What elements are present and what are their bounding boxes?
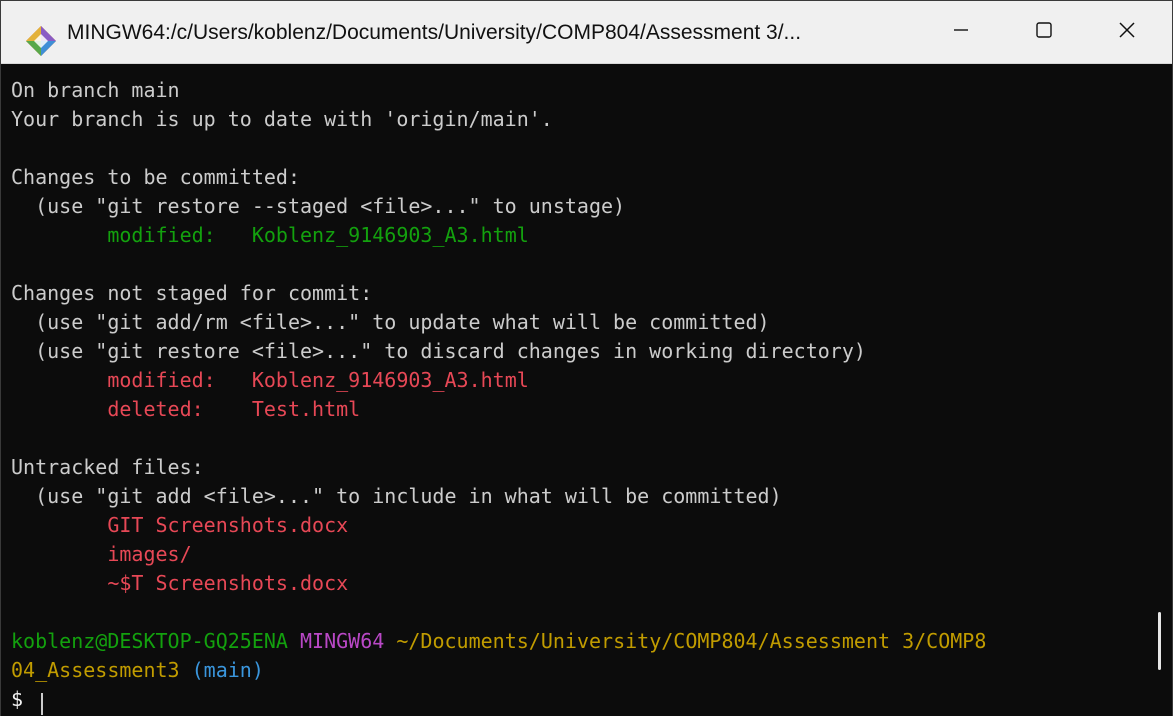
staged-entry-file: Koblenz_9146903_A3.html [251, 223, 529, 247]
scrollbar-thumb[interactable] [1158, 612, 1161, 670]
minimize-icon [952, 21, 970, 44]
prompt-user-host: koblenz@DESKTOP-GQ25ENA [11, 629, 288, 653]
title-bar[interactable]: MINGW64:/c/Users/koblenz/Documents/Unive… [1, 1, 1172, 64]
untracked-file: ~$T Screenshots.docx [11, 569, 348, 598]
maximize-button[interactable] [1004, 1, 1084, 63]
prompt-symbol: $ [11, 687, 24, 711]
unstaged-hint-restore: (use "git restore <file>..." to discard … [11, 339, 866, 363]
window-title: MINGW64:/c/Users/koblenz/Documents/Unive… [67, 21, 802, 44]
untracked-heading: Untracked files: [11, 455, 204, 479]
prompt-system: MINGW64 [300, 629, 385, 653]
minimize-button[interactable] [921, 1, 1001, 63]
untracked-hint: (use "git add <file>..." to include in w… [11, 484, 782, 508]
branch-line: On branch main [11, 78, 180, 102]
git-diamond-icon [25, 25, 57, 57]
untracked-file-name: ~$T Screenshots.docx [107, 571, 349, 595]
close-button[interactable] [1087, 1, 1167, 63]
close-icon [1118, 21, 1136, 44]
unstaged-entry: modified: Koblenz_9146903_A3.html [11, 366, 529, 395]
prompt-path-continued: 04_Assessment3 [11, 658, 180, 682]
staged-heading: Changes to be committed: [11, 165, 300, 189]
upstream-line: Your branch is up to date with 'origin/m… [11, 107, 553, 131]
maximize-icon [1035, 21, 1053, 44]
prompt-path: ~/Documents/University/COMP804/Assessmen… [396, 629, 987, 653]
untracked-file-name: GIT Screenshots.docx [107, 513, 349, 537]
staged-hint: (use "git restore --staged <file>..." to… [11, 194, 626, 218]
untracked-file: images/ [11, 540, 192, 569]
unstaged-entry: deleted: Test.html [11, 395, 360, 424]
prompt-line: koblenz@DESKTOP-GQ25ENA MINGW64 ~/Docume… [11, 627, 986, 656]
unstaged-entry-status: modified: [107, 368, 216, 392]
staged-entry: modified: Koblenz_9146903_A3.html [11, 221, 529, 250]
unstaged-entry-status: deleted: [107, 397, 204, 421]
unstaged-hint-add: (use "git add/rm <file>..." to update wh… [11, 310, 770, 334]
unstaged-entry-file: Test.html [251, 397, 361, 421]
terminal-output[interactable]: On branch main Your branch is up to date… [1, 64, 1172, 716]
prompt-line-wrap: 04_Assessment3 (main) [11, 656, 264, 685]
text-cursor [41, 693, 43, 715]
unstaged-heading: Changes not staged for commit: [11, 281, 373, 305]
command-input-line[interactable]: $ [11, 685, 35, 714]
untracked-file-name: images/ [107, 542, 192, 566]
staged-entry-status: modified: [107, 223, 216, 247]
unstaged-entry-file: Koblenz_9146903_A3.html [251, 368, 529, 392]
untracked-file: GIT Screenshots.docx [11, 511, 348, 540]
prompt-branch: (main) [191, 658, 264, 682]
terminal-window: MINGW64:/c/Users/koblenz/Documents/Unive… [0, 0, 1173, 716]
